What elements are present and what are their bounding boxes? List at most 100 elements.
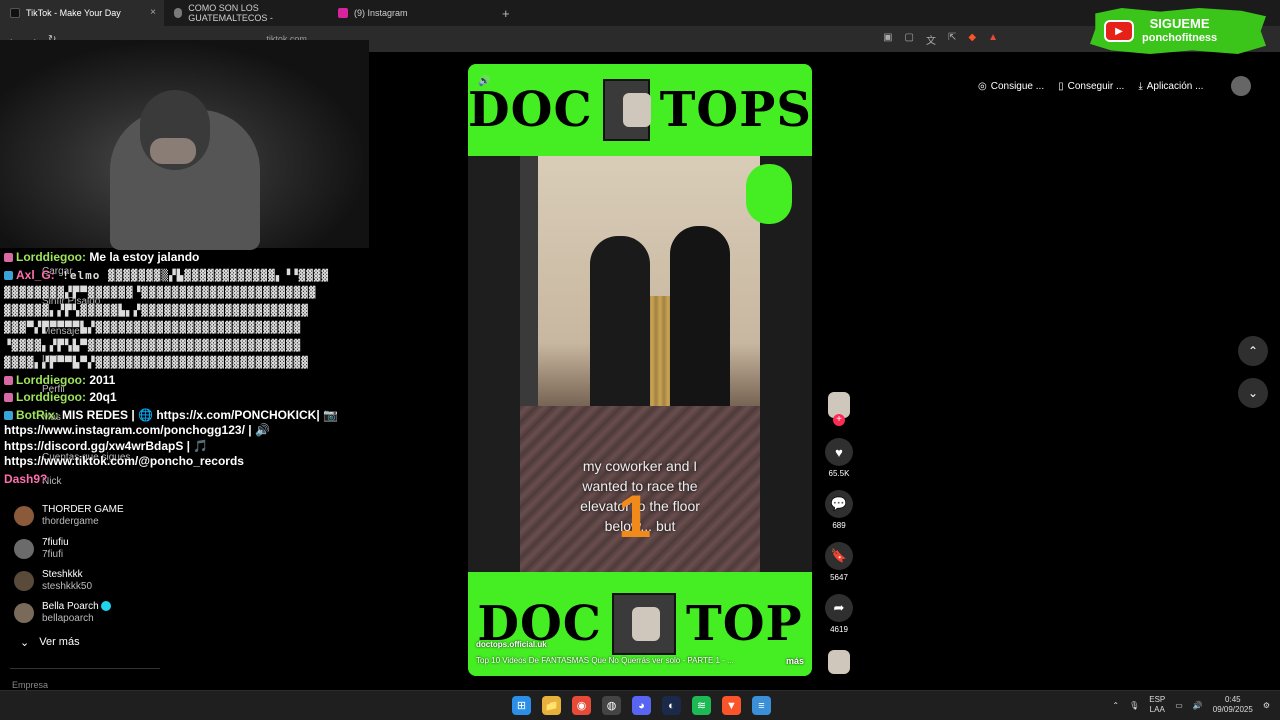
video-player[interactable]: DOC TOPS my coworker and I wanted to rac… [468, 64, 812, 676]
chat-text: ▓▓▓▓▖▞▛▀▀▙▀▞▓▓▓▓▓▓▓▓▓▓▓▓▓▓▓▓▓▓▓▓▓▓▓▓▓▓▓▓ [4, 356, 309, 369]
chrome-icon[interactable]: ◉ [572, 696, 591, 715]
steam-icon[interactable]: ◐ [662, 696, 681, 715]
sidebar-account-bellapoarch[interactable]: Bella Poarch bellapoarch [14, 601, 111, 625]
next-video-button[interactable]: ⌄ [1238, 378, 1268, 408]
notification-icon[interactable]: ⚙ [1263, 701, 1270, 710]
obs-icon[interactable]: ◍ [602, 696, 621, 715]
chat-message: Lorddiegoo: 20q1 [4, 390, 370, 406]
share-button[interactable]: ➦ 4619 [825, 594, 853, 634]
language-indicator[interactable]: ESP LAA [1149, 695, 1165, 715]
save-count: 5647 [830, 573, 848, 582]
chat-message: Lorddiegoo: 2011 [4, 373, 370, 389]
youtube-play-icon: ▶ [1104, 20, 1134, 42]
volume-icon[interactable]: 🔊 [1193, 701, 1203, 710]
footer-company-link[interactable]: Empresa [12, 680, 48, 690]
tab-youtube[interactable]: COMO SON LOS GUATEMALTECOS - [164, 0, 328, 26]
see-more-label: Ver más [39, 636, 80, 648]
like-button[interactable]: ♥ 65.5K [825, 438, 853, 478]
language-code: ESP [1149, 695, 1166, 704]
discord-icon[interactable]: ◕ [632, 696, 651, 715]
chat-text: ▓▓▓▀▞▛▀▀▀▀▙▞▓▓▓▓▓▓▓▓▓▓▓▓▓▓▓▓▓▓▓▓▓▓▓▓▓▓▓ [4, 321, 302, 334]
brave-shield-icon[interactable]: ◆ [968, 32, 976, 47]
clock[interactable]: 0:45 09/09/2025 [1213, 695, 1253, 715]
save-button[interactable]: 🔖 5647 [825, 542, 853, 582]
account-name: Steshkkk [42, 569, 83, 580]
chat-badge-icon [4, 393, 13, 403]
chat-text: Me la estoy jalando [85, 250, 200, 264]
doctops-logo [602, 79, 651, 141]
browser-tab-strip: TikTok - Make Your Day × COMO SON LOS GU… [0, 0, 1280, 26]
chevron-down-icon: ⌄ [1247, 386, 1259, 400]
comment-button[interactable]: 💬 689 [825, 490, 853, 530]
previous-video-button[interactable]: ⌃ [1238, 336, 1268, 366]
sidebar-account-7fiufiu[interactable]: 7fiufiu 7fiufi [14, 537, 69, 561]
brave-rewards-icon[interactable]: ▲ [988, 32, 998, 47]
webcam-feed [0, 40, 369, 250]
sidebar-account-steshkkk[interactable]: Steshkkk steshkkk50 [14, 569, 92, 593]
download-app-button[interactable]: ⤓ Aplicación ... [1138, 81, 1203, 92]
tab-tiktok[interactable]: TikTok - Make Your Day × [0, 0, 164, 26]
tiktok-favicon-icon [10, 8, 20, 18]
account-name: Bella Poarch [42, 601, 99, 612]
account-handle: bellapoarch [42, 613, 94, 624]
doctops-banner-top: DOC TOPS [468, 64, 812, 156]
video-author[interactable]: doctops.official.uk [476, 640, 547, 649]
file-explorer-icon[interactable]: 📁 [542, 696, 561, 715]
translate-icon[interactable]: 文 [926, 32, 936, 47]
comment-count: 689 [832, 521, 846, 530]
get-app-button[interactable]: ▯ Conseguir ... [1058, 81, 1124, 92]
microphone-icon[interactable]: 🎙 [1129, 701, 1139, 710]
chat-username: Lorddiegoo: [16, 390, 86, 404]
get-coins-button[interactable]: ◎ Consigue ... [978, 81, 1044, 92]
tab-instagram[interactable]: (9) Instagram [328, 0, 492, 26]
taskbar-apps: ⊞ 📁 ◉ ◍ ◕ ◐ ≋ ▼ ≡ [512, 696, 771, 715]
banner-text-right: TOP [686, 596, 803, 652]
chat-username: Dash9? [4, 471, 48, 486]
download-icon: ⤓ [1138, 80, 1143, 92]
see-more-button[interactable]: ⌄ Ver más [20, 636, 80, 649]
comment-icon: 💬 [825, 490, 853, 518]
creator-avatar[interactable]: + [828, 392, 850, 426]
streamer-hand [150, 138, 196, 164]
coin-icon: ◎ [978, 80, 987, 92]
sound-icon[interactable]: 🔊 [478, 76, 490, 87]
chat-text: ▓▓▓▓▓▓▖▞▛▚▓▓▓▓▓▙▖▞▓▓▓▓▓▓▓▓▓▓▓▓▓▓▓▓▓▓▓▓▓▓ [4, 303, 309, 317]
account-name: THORDER GAME [42, 504, 124, 515]
video-letterbox-left [468, 156, 520, 572]
clock-time: 0:45 [1225, 695, 1241, 704]
chevron-down-icon: ⌄ [20, 637, 30, 649]
account-name: 7fiufiu [42, 537, 69, 548]
share-icon[interactable]: ⇱ [948, 32, 956, 47]
chat-username: Axl_G: [16, 267, 55, 282]
follow-plus-icon[interactable]: + [833, 414, 845, 426]
more-button[interactable]: más [786, 656, 804, 666]
scene-person-left [590, 236, 650, 416]
chat-message: Axl_G: !elmo ▓▓▓▓▓▓▓▒▞▙▓▓▓▓▓▓▓▓▓▓▓▓▖▝▝▓▓… [4, 268, 370, 284]
extension-icon[interactable]: ▢ [905, 32, 914, 47]
chevron-up-icon[interactable]: ⌃ [1112, 701, 1119, 710]
sidebar-account-thordergame[interactable]: THORDER GAME thordergame [14, 504, 124, 528]
chat-text: !elmo ▓▓▓▓▓▓▓▒▞▙▓▓▓▓▓▓▓▓▓▓▓▓▖▝▝▓▓▓▓ [54, 268, 330, 282]
brave-icon[interactable]: ▼ [722, 696, 741, 715]
account-handle: 7fiufi [42, 549, 64, 560]
extension-icon[interactable]: ▣ [883, 32, 892, 47]
windows-taskbar: ⊞ 📁 ◉ ◍ ◕ ◐ ≋ ▼ ≡ ⌃ 🎙 ESP LAA ▭ 🔊 0:45 09/09/2025 … [0, 690, 1280, 720]
scene-person-right [670, 226, 730, 416]
music-disc-icon[interactable] [828, 650, 850, 674]
video-description: Top 10 Videos De FANTASMAS Que No Querrá… [476, 656, 804, 666]
network-icon[interactable]: ▭ [1175, 701, 1183, 710]
spotify-icon[interactable]: ≋ [692, 696, 711, 715]
chat-text: ▝▓▓▓▓▖▞▛▚▙▀▓▓▓▓▓▓▓▓▓▓▓▓▓▓▓▓▓▓▓▓▓▓▓▓▓▓▓▓ [4, 338, 302, 352]
profile-avatar[interactable] [1231, 76, 1252, 96]
action-rail: + ♥ 65.5K 💬 689 🔖 5647 ➦ 4619 [822, 392, 856, 634]
new-tab-button[interactable]: + [492, 6, 520, 21]
windows-start-icon[interactable]: ⊞ [512, 696, 531, 715]
notepad-icon[interactable]: ≡ [752, 696, 771, 715]
avatar [14, 603, 34, 623]
system-tray: ⌃ 🎙 ESP LAA ▭ 🔊 0:45 09/09/2025 ⚙ [1112, 695, 1270, 715]
description-text: Top 10 Videos De FANTASMAS Que No Querrá… [476, 656, 734, 665]
doctops-logo [612, 593, 676, 655]
share-count: 4619 [830, 625, 848, 634]
clock-date: 09/09/2025 [1212, 705, 1253, 714]
close-tab-icon[interactable]: × [150, 7, 156, 18]
